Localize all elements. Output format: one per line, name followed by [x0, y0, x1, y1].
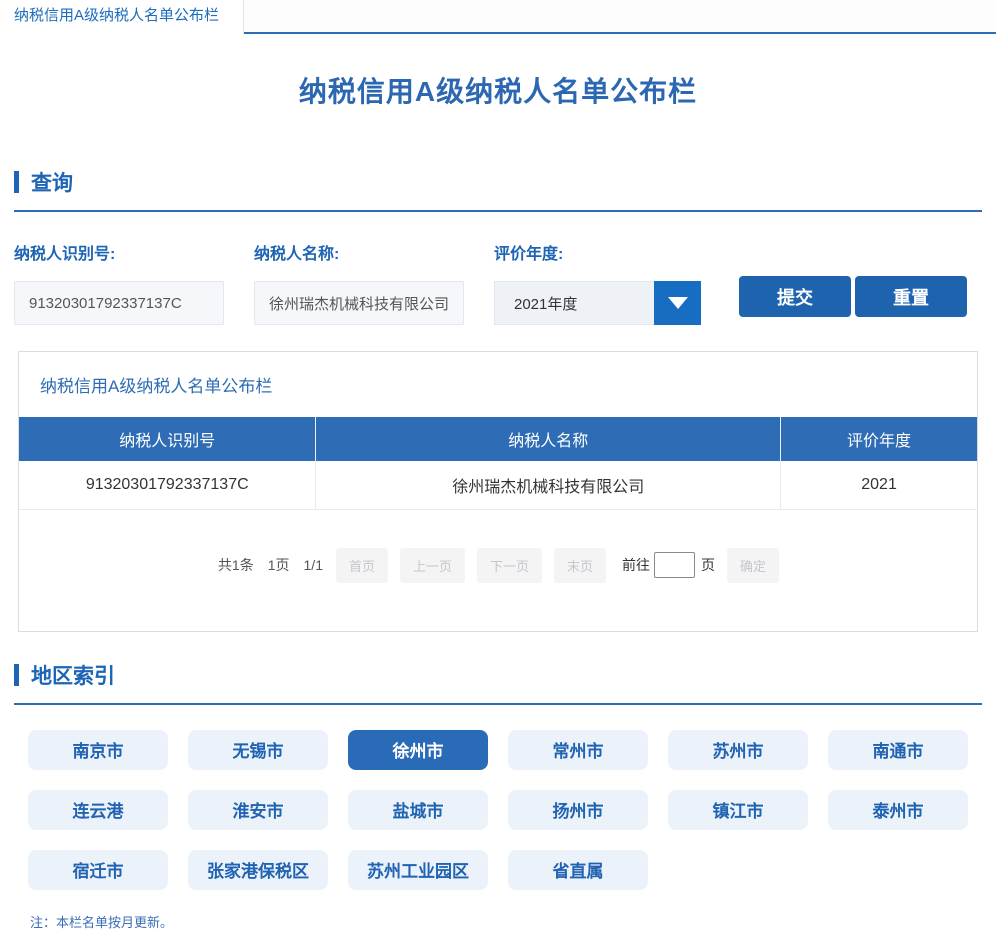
column-header-taxpayer-name: 纳税人名称 [316, 417, 781, 461]
region-button-suzhou-industrial-park[interactable]: 苏州工业园区 [348, 850, 488, 890]
region-section-header: 地区索引 [14, 660, 982, 690]
reset-button[interactable]: 重置 [855, 276, 967, 317]
result-table-card: 纳税信用A级纳税人名单公布栏 纳税人识别号 纳税人名称 评价年度 9132030… [18, 351, 978, 632]
tab-bar: 纳税信用A级纳税人名单公布栏 [0, 0, 996, 34]
taxpayer-id-label: 纳税人识别号: [14, 240, 254, 264]
region-button-yangzhou[interactable]: 扬州市 [508, 790, 648, 830]
query-section-header: 查询 [14, 167, 982, 197]
column-header-year: 评价年度 [781, 417, 977, 461]
goto-page-label: 前往 [622, 555, 650, 575]
section-divider [14, 703, 982, 705]
tab-underline [244, 0, 996, 34]
taxpayer-name-field-group: 纳税人名称: [254, 240, 494, 325]
region-button-nantong[interactable]: 南通市 [828, 730, 968, 770]
region-button-taizhou[interactable]: 泰州市 [828, 790, 968, 830]
taxpayer-id-input[interactable] [14, 281, 224, 325]
update-note: 注：本栏名单按月更新。 [14, 912, 982, 931]
query-form: 纳税人识别号: 纳税人名称: 评价年度: 2021年度 提交 重置 [14, 240, 982, 325]
region-button-yancheng[interactable]: 盐城市 [348, 790, 488, 830]
region-button-xuzhou[interactable]: 徐州市 [348, 730, 488, 770]
pagination: 共1条 1页 1/1 首页 上一页 下一页 末页 前往 页 确定 [19, 510, 977, 631]
year-select[interactable]: 2021年度 [494, 281, 701, 325]
chevron-down-icon [668, 297, 688, 309]
region-button-huaian[interactable]: 淮安市 [188, 790, 328, 830]
cell-year: 2021 [781, 461, 977, 509]
region-button-changzhou[interactable]: 常州市 [508, 730, 648, 770]
year-select-arrow-button[interactable] [654, 281, 701, 325]
tab-a-level-taxpayer-list[interactable]: 纳税信用A级纳税人名单公布栏 [0, 0, 244, 34]
region-button-suzhou[interactable]: 苏州市 [668, 730, 808, 770]
region-button-nanjing[interactable]: 南京市 [28, 730, 168, 770]
region-section-title: 地区索引 [31, 660, 115, 690]
year-select-value: 2021年度 [494, 281, 654, 325]
submit-button[interactable]: 提交 [739, 276, 851, 317]
table-row: 91320301792337137C 徐州瑞杰机械科技有限公司 2021 [19, 461, 977, 509]
result-table-title: 纳税信用A级纳税人名单公布栏 [19, 352, 977, 417]
page-unit-label: 页 [701, 555, 715, 575]
year-field-group: 评价年度: 2021年度 [494, 240, 734, 325]
first-page-button[interactable]: 首页 [336, 548, 388, 583]
region-button-zhenjiang[interactable]: 镇江市 [668, 790, 808, 830]
region-button-suqian[interactable]: 宿迁市 [28, 850, 168, 890]
taxpayer-name-label: 纳税人名称: [254, 240, 494, 264]
region-button-lianyungang[interactable]: 连云港 [28, 790, 168, 830]
prev-page-button[interactable]: 上一页 [400, 548, 465, 583]
table-header-row: 纳税人识别号 纳税人名称 评价年度 [19, 417, 977, 461]
section-bar-icon [14, 664, 19, 686]
next-page-button[interactable]: 下一页 [477, 548, 542, 583]
pagination-page-count: 1页 [268, 555, 290, 575]
result-table: 纳税人识别号 纳税人名称 评价年度 91320301792337137C 徐州瑞… [19, 417, 977, 510]
region-grid: 南京市 无锡市 徐州市 常州市 苏州市 南通市 连云港 淮安市 盐城市 扬州市 … [14, 730, 982, 890]
last-page-button[interactable]: 末页 [554, 548, 606, 583]
form-buttons: 提交 重置 [739, 276, 967, 317]
page-title: 纳税信用A级纳税人名单公布栏 [0, 70, 996, 110]
taxpayer-name-input[interactable] [254, 281, 464, 325]
year-label: 评价年度: [494, 240, 734, 264]
region-button-wuxi[interactable]: 无锡市 [188, 730, 328, 770]
column-header-taxpayer-id: 纳税人识别号 [19, 417, 316, 461]
section-divider [14, 210, 982, 212]
section-bar-icon [14, 171, 19, 193]
goto-page-input[interactable] [654, 552, 695, 578]
cell-taxpayer-name: 徐州瑞杰机械科技有限公司 [316, 461, 781, 509]
taxpayer-id-field-group: 纳税人识别号: [14, 240, 254, 325]
cell-taxpayer-id: 91320301792337137C [19, 461, 316, 509]
goto-confirm-button[interactable]: 确定 [727, 548, 779, 583]
pagination-current: 1/1 [304, 557, 323, 573]
query-section-title: 查询 [31, 167, 73, 197]
region-button-province-direct[interactable]: 省直属 [508, 850, 648, 890]
region-button-zhangjiagang-ftz[interactable]: 张家港保税区 [188, 850, 328, 890]
pagination-total: 共1条 [218, 555, 254, 575]
